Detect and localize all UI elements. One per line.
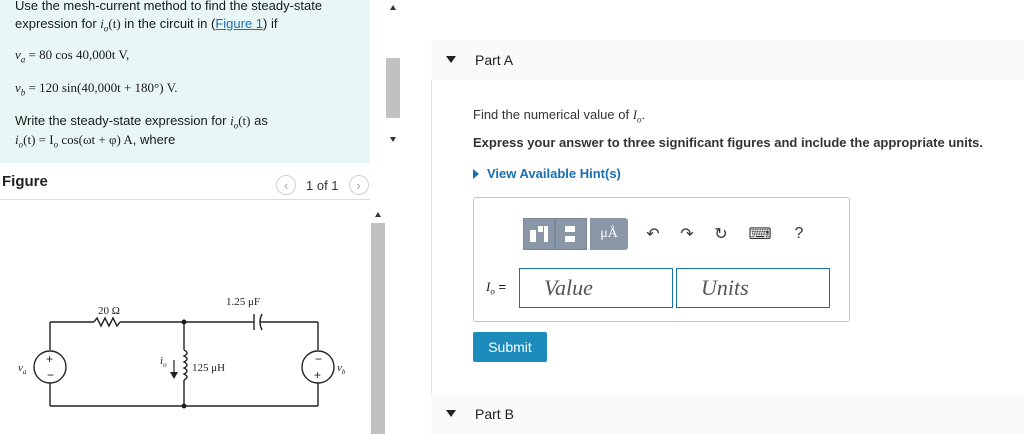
- problem-scrollbar[interactable]: [385, 0, 401, 150]
- caret-right-icon: [473, 168, 479, 179]
- vb-equation: vb = 120 sin(40,000t + 180°) V.: [15, 80, 178, 98]
- caret-down-icon: [446, 56, 456, 63]
- scroll-up-icon[interactable]: [375, 212, 381, 217]
- keyboard-icon: ⌨: [748, 226, 772, 243]
- figure-prev-button[interactable]: ‹: [276, 175, 296, 195]
- undo-button[interactable]: ↶: [636, 218, 670, 250]
- figure-label: Figure: [2, 173, 48, 190]
- templates-button[interactable]: [523, 218, 555, 250]
- part-b-header[interactable]: Part B: [431, 394, 1024, 434]
- fraction-icon: [565, 226, 575, 242]
- view-hints-link[interactable]: View Available Hint(s): [473, 166, 621, 181]
- figure-scrollbar[interactable]: [370, 205, 386, 434]
- figure-pager: ‹ 1 of 1 ›: [276, 175, 369, 195]
- answer-label: Io =: [486, 279, 507, 297]
- undo-icon: ↶: [646, 226, 660, 243]
- figure-divider: [0, 199, 370, 200]
- value-input[interactable]: [519, 268, 673, 308]
- chevron-left-icon: ‹: [283, 177, 289, 193]
- caret-down-icon: [446, 410, 456, 417]
- keyboard-button[interactable]: ⌨: [738, 218, 782, 250]
- figure-next-button[interactable]: ›: [348, 175, 369, 195]
- form-equation: io(t) = Io cos(ωt + φ) A, where: [15, 132, 176, 150]
- io-label: io: [160, 355, 167, 369]
- figure-scroll-thumb[interactable]: [371, 223, 385, 434]
- problem-statement: Use the mesh-current method to find the …: [0, 0, 370, 163]
- problem-scroll-thumb[interactable]: [386, 58, 400, 118]
- reset-icon: ↻: [714, 226, 728, 243]
- instructions-text: Express your answer to three significant…: [473, 135, 983, 150]
- answer-box: μÅ ↶ ↷ ↻ ⌨ ? Io =: [473, 197, 850, 322]
- redo-icon: ↷: [680, 226, 694, 243]
- units-input[interactable]: [676, 268, 830, 308]
- circuit-diagram: + − − + 20 Ω 1.25 μF 125 μH va vb io: [18, 296, 346, 409]
- part-a-title: Part A: [475, 52, 514, 68]
- templates-icon: [530, 226, 548, 242]
- top-node: [181, 319, 187, 325]
- bottom-node: [181, 403, 187, 409]
- redo-button[interactable]: ↷: [670, 218, 704, 250]
- intro-line-2: expression for io(t) in the circuit in (…: [15, 16, 278, 34]
- svg-text:−: −: [315, 352, 322, 366]
- part-a-header[interactable]: Part A: [431, 40, 1024, 80]
- help-button[interactable]: ?: [782, 218, 816, 250]
- templates-2-button[interactable]: [555, 218, 587, 250]
- current-arrow-icon: [170, 372, 178, 379]
- reset-button[interactable]: ↻: [704, 218, 738, 250]
- capacitor-label: 1.25 μF: [226, 296, 260, 308]
- question-text: Find the numerical value of Io.: [473, 107, 646, 125]
- resistor-label: 20 Ω: [98, 305, 120, 317]
- answer-toolbar: μÅ ↶ ↷ ↻ ⌨ ?: [523, 218, 816, 250]
- va-label: va: [18, 362, 27, 376]
- resistor-symbol: [93, 316, 121, 328]
- vb-label: vb: [337, 362, 346, 376]
- units-icon: μÅ: [600, 226, 618, 241]
- units-button[interactable]: μÅ: [590, 218, 628, 250]
- inductor-symbol: [182, 349, 188, 381]
- right-panel-border: [431, 40, 432, 434]
- scroll-up-icon[interactable]: [390, 5, 396, 10]
- inductor-label: 125 μH: [192, 362, 225, 374]
- submit-button[interactable]: Submit: [473, 332, 547, 362]
- write-line: Write the steady-state expression for io…: [15, 113, 268, 131]
- svg-text:−: −: [47, 368, 54, 382]
- va-equation: va = 80 cos 40,000t V,: [15, 47, 130, 65]
- help-icon: ?: [794, 225, 804, 242]
- chevron-right-icon: ›: [356, 177, 361, 193]
- scroll-down-icon[interactable]: [390, 137, 396, 142]
- view-hints-label: View Available Hint(s): [487, 166, 621, 181]
- figure-page-indicator: 1 of 1: [306, 177, 339, 193]
- figure-link[interactable]: Figure 1: [215, 16, 263, 31]
- intro-line-1: Use the mesh-current method to find the …: [15, 0, 323, 13]
- svg-text:+: +: [314, 368, 321, 382]
- part-b-title: Part B: [475, 406, 514, 422]
- svg-text:+: +: [46, 352, 53, 366]
